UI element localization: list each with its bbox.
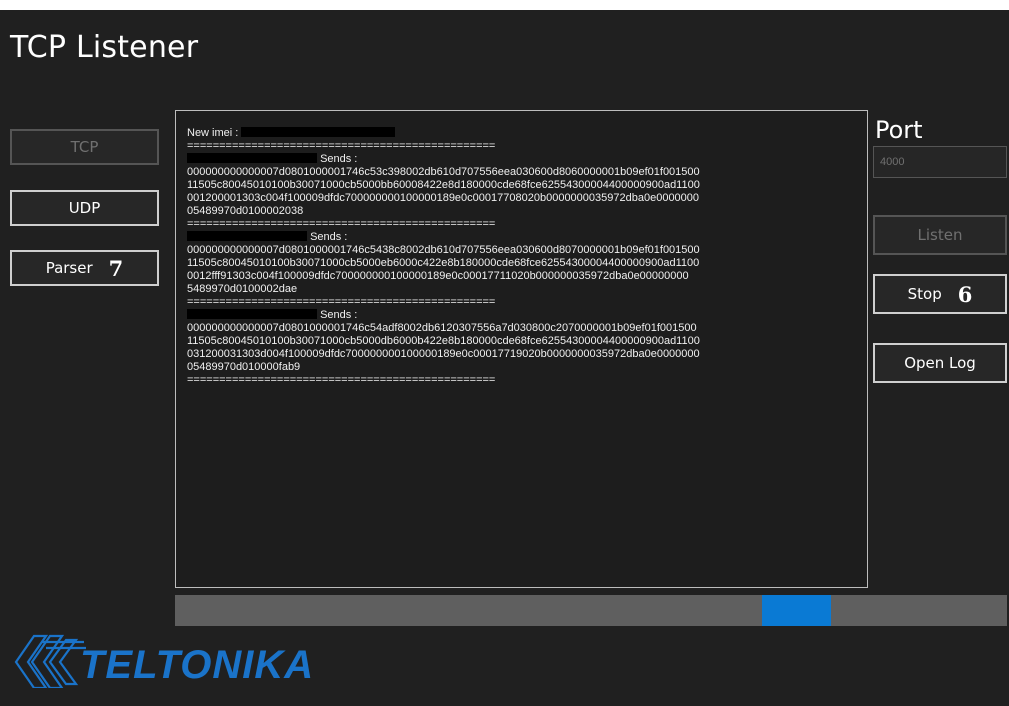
progress-bar [175, 595, 1007, 626]
sends-label: Sends : [320, 309, 358, 321]
hex-data-line: 11505c80045010100b30071000cb5000bb600084… [187, 179, 700, 191]
new-imei-label: New imei : [187, 127, 239, 139]
log-separator: ========================================… [187, 140, 496, 152]
teltonika-logo-text: TELTONIKA [80, 643, 314, 687]
progress-indicator [762, 595, 831, 626]
hex-data-line: 000000000000007d0801000001746c54adf8002d… [187, 322, 697, 334]
hex-data-line: 5489970d0100002dae [187, 283, 298, 295]
hex-data-line: 05489970d0100002038 [187, 205, 304, 217]
stop-annotation-badge: 6 [957, 281, 973, 307]
tcp-button[interactable]: TCP [10, 129, 159, 165]
redacted-device-id [187, 309, 317, 319]
udp-button-label: UDP [68, 199, 101, 217]
listen-button[interactable]: Listen [873, 215, 1007, 255]
parser-button-label: Parser [45, 259, 93, 277]
tcp-button-label: TCP [70, 138, 99, 156]
hex-data-line: 031200031303d004f100009dfdc7000000001000… [187, 348, 700, 360]
open-log-button-label: Open Log [904, 354, 976, 372]
teltonika-logo: TELTONIKA [14, 634, 314, 688]
redacted-device-id [187, 231, 307, 241]
tcp-listener-window: TCP Listener TCP UDP Parser 7 New imei :… [0, 10, 1009, 706]
sends-line: Sends : [187, 309, 859, 322]
open-log-button[interactable]: Open Log [873, 343, 1007, 383]
stop-button[interactable]: Stop 6 [873, 274, 1007, 314]
redacted-device-id [187, 153, 317, 163]
log-separator: ========================================… [187, 218, 496, 230]
log-separator: ========================================… [187, 296, 496, 308]
stop-button-label: Stop [907, 285, 942, 303]
hex-data-line: 001200001303c004f100009dfdc7000000001000… [187, 192, 700, 204]
log-output[interactable]: New imei : =============================… [175, 110, 868, 588]
teltonika-chevron-icon [14, 634, 86, 688]
new-imei-line: New imei : [187, 127, 859, 140]
log-blocks: Sends :000000000000007d0801000001746c53c… [187, 153, 859, 387]
redacted-imei [241, 127, 396, 137]
sends-label: Sends : [320, 153, 358, 165]
sends-line: Sends : [187, 231, 859, 244]
port-label: Port [875, 116, 923, 144]
listen-button-label: Listen [917, 226, 963, 244]
log-separator: ========================================… [187, 374, 496, 386]
window-title: TCP Listener [10, 30, 199, 65]
sends-line: Sends : [187, 153, 859, 166]
hex-data-line: 05489970d010000fab9 [187, 361, 301, 373]
hex-data-line: 11505c80045010100b30071000cb5000db6000b4… [187, 335, 700, 347]
hex-data-line: 0012fff91303c004f100009dfdc7000000001000… [187, 270, 689, 282]
parser-button[interactable]: Parser 7 [10, 250, 159, 286]
hex-data-line: 11505c80045010100b30071000cb5000eb6000c4… [187, 257, 700, 269]
parser-annotation-badge: 7 [108, 255, 124, 281]
hex-data-line: 000000000000007d0801000001746c5438c8002d… [187, 244, 700, 256]
hex-data-line: 000000000000007d0801000001746c53c398002d… [187, 166, 700, 178]
sends-label: Sends : [310, 231, 348, 243]
port-input[interactable] [873, 146, 1007, 178]
udp-button[interactable]: UDP [10, 190, 159, 226]
